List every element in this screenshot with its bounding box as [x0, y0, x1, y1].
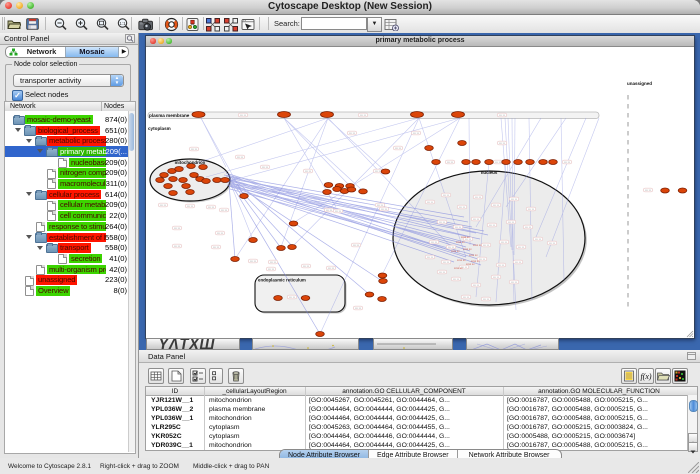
- svg-text:endoplasmic reticulum: endoplasmic reticulum: [258, 278, 306, 283]
- svg-text:plasma membrane: plasma membrane: [149, 113, 190, 118]
- svg-text:xxxx xx: xxxx xx: [463, 248, 472, 251]
- svg-text:xxxx xx: xxxx xx: [469, 254, 478, 257]
- svg-text:mitochondrion: mitochondrion: [175, 160, 206, 165]
- svg-text:xxxx xx: xxxx xx: [456, 241, 465, 244]
- svg-text:xxxx xx: xxxx xx: [454, 267, 463, 270]
- svg-text:cytoplasm: cytoplasm: [148, 126, 171, 131]
- svg-text:xxxx xx: xxxx xx: [461, 236, 470, 239]
- svg-text:unassigned: unassigned: [627, 81, 652, 86]
- svg-text:xxxx xx: xxxx xx: [457, 259, 466, 262]
- svg-text:1:1: 1:1: [119, 21, 126, 26]
- svg-text:xxxx xx: xxxx xx: [451, 250, 460, 253]
- svg-text:xxxx xx: xxxx xx: [471, 260, 480, 263]
- svg-text:nucleus: nucleus: [481, 170, 498, 175]
- svg-text:f(x): f(x): [640, 372, 651, 381]
- svg-text:xxxx xx: xxxx xx: [473, 244, 482, 247]
- svg-text:xxxx xx: xxxx xx: [466, 263, 475, 266]
